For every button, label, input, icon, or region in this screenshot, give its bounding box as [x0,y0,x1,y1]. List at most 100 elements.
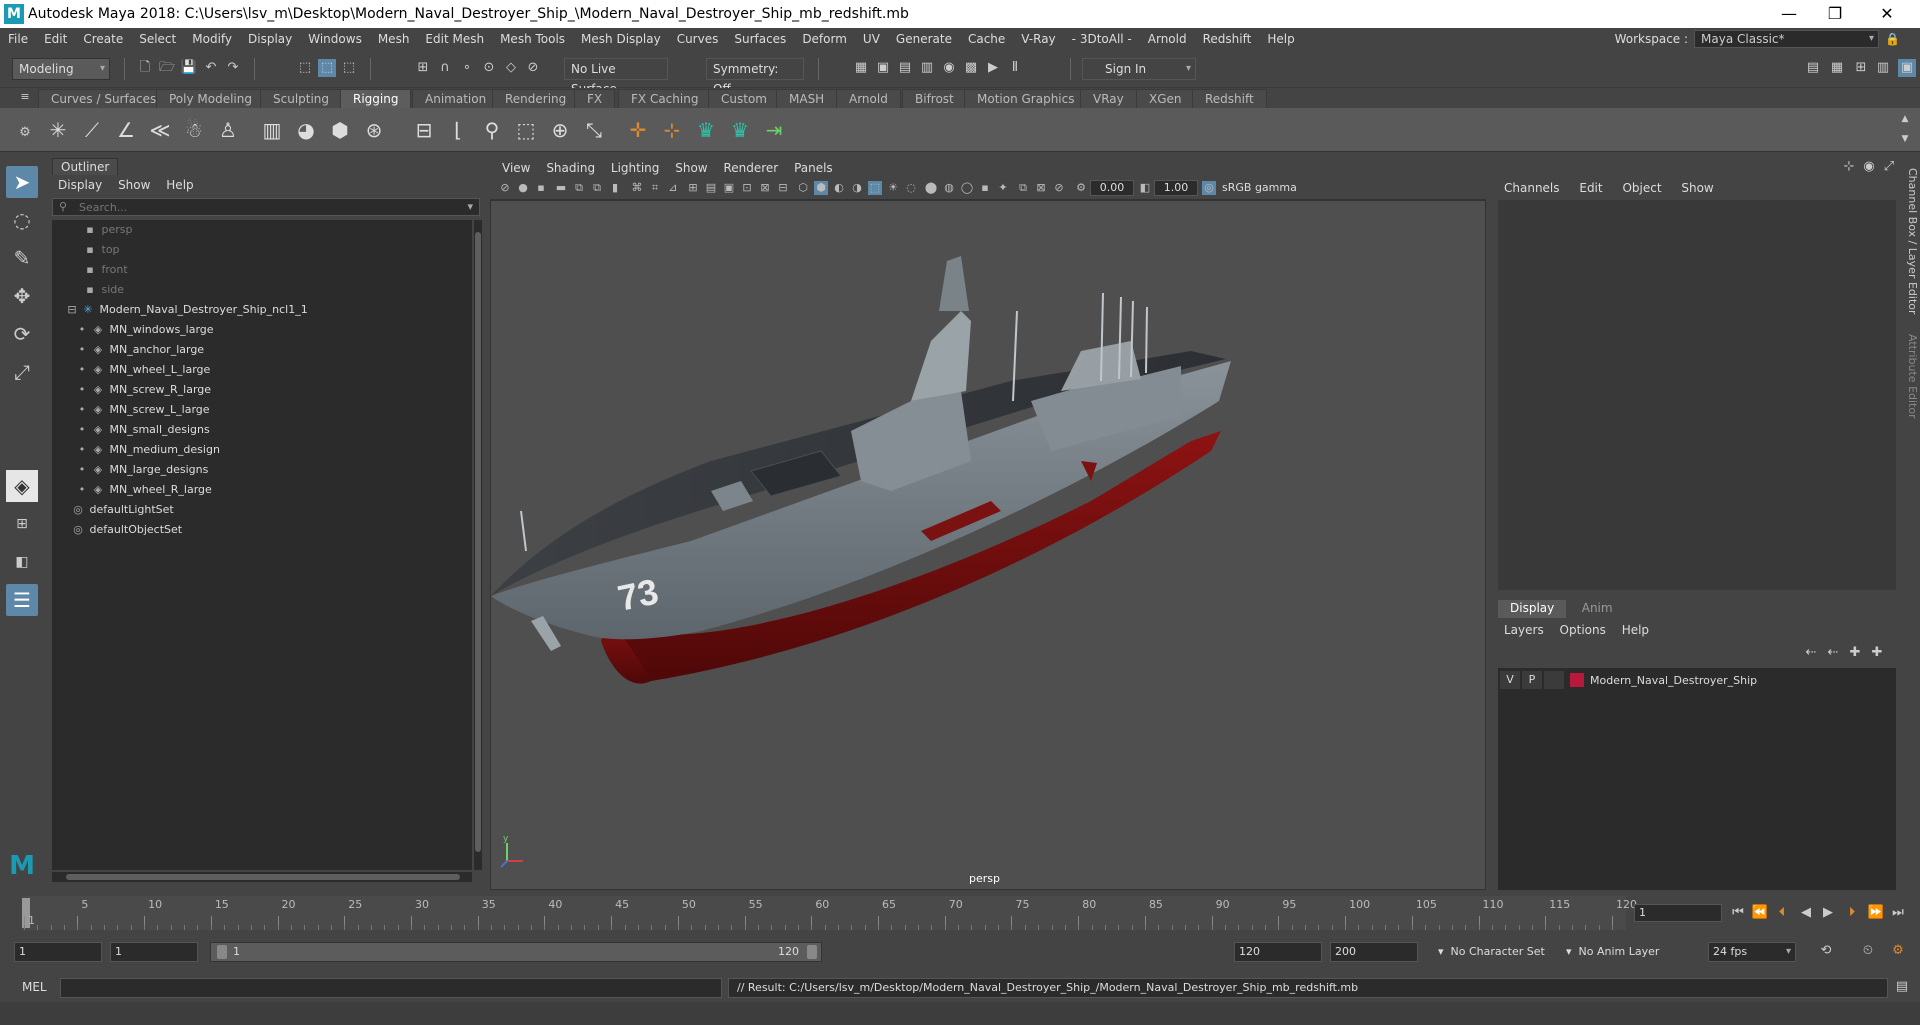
snap-surface-icon[interactable]: ◇ [502,59,520,77]
expand-icon[interactable]: • [74,360,90,380]
sculpt-deformer-icon[interactable]: ⚲ [478,116,506,144]
outliner-vertical-scrollbar[interactable] [474,220,482,870]
attribute-editor-side-tab[interactable]: Attribute Editor [1906,334,1919,419]
menu-mesh[interactable]: Mesh [370,28,418,50]
use-all-lights-icon[interactable]: ⬚ [868,181,882,195]
shelf-tab-mash[interactable]: MASH [776,89,838,108]
list-item[interactable]: • ◈ MN_wheel_R_large [52,480,472,500]
persp-outliner-layout-icon[interactable]: ◧ [6,546,38,578]
exposure-field[interactable]: 0.00 [1090,180,1134,196]
point-constraint-icon[interactable]: ✛ [624,116,652,144]
bookmark-icon[interactable]: ▪ [534,181,548,195]
step-forward-key-icon[interactable]: ⏩ [1866,904,1886,922]
redo-icon[interactable]: ↷ [224,59,242,77]
character-set-dropdown[interactable]: ▾ No Character Set [1438,942,1548,962]
wireframe-icon[interactable]: ⬡ [796,181,810,195]
playback-end-field[interactable]: 120 [1234,942,1322,962]
menu-display[interactable]: Display [240,28,300,50]
live-surface-field[interactable]: No Live Surface [564,58,668,96]
xray-joints-icon[interactable]: ✦ [996,181,1010,195]
move-tool-icon[interactable]: ✥ [6,280,38,312]
outliner-menu-show[interactable]: Show [118,178,150,192]
new-layer-icon[interactable]: ✚ [1846,644,1864,662]
list-item[interactable]: ◎ defaultLightSet [52,500,472,520]
list-item[interactable]: • ◈ MN_screw_L_large [52,400,472,420]
menu-set-dropdown[interactable]: Modeling [12,58,110,80]
gamma-icon[interactable]: ◧ [1138,181,1152,195]
close-button[interactable]: ✕ [1864,0,1910,28]
menu-modify[interactable]: Modify [184,28,240,50]
shelf-tab-animation[interactable]: Animation [412,89,500,108]
menu-edit[interactable]: Edit [36,28,75,50]
expand-icon[interactable]: • [74,460,90,480]
undo-icon[interactable]: ↶ [202,59,220,77]
shelf-tab-xgen[interactable]: XGen [1136,89,1195,108]
perspective-viewport[interactable]: 73 y persp [490,200,1486,890]
list-item[interactable]: • ◈ MN_small_designs [52,420,472,440]
render-frame-icon[interactable]: ▣ [874,59,892,77]
list-item[interactable]: ▪ front [52,260,472,280]
go-to-start-icon[interactable]: ⏮ [1728,904,1748,922]
play-backwards-icon[interactable]: ◀ [1796,904,1816,922]
safe-action-icon[interactable]: ⊡ [740,181,754,195]
tool-settings-icon[interactable]: ⤢ [1880,158,1898,176]
fps-dropdown[interactable]: 24 fps [1708,942,1796,962]
pole-vector-icon[interactable]: ⇥ [760,116,788,144]
hud-icon[interactable]: ⊘ [1052,181,1066,195]
grease-pencil-icon[interactable]: ⧉ [590,181,604,195]
menu-file[interactable]: File [0,28,36,50]
field-chart-icon[interactable]: ▣ [722,181,736,195]
list-item[interactable]: • ◈ MN_wheel_L_large [52,360,472,380]
layer-menu-options[interactable]: Options [1560,623,1606,637]
layer-playback-toggle[interactable]: P [1522,671,1542,689]
maximize-button[interactable]: ❐ [1812,0,1858,28]
two-d-pan-icon[interactable]: ⧉ [572,181,586,195]
new-layer-selected-icon[interactable]: ✚ [1868,644,1886,662]
render-settings-icon[interactable]: ▥ [918,59,936,77]
auto-key-icon[interactable]: ⏲ [1858,942,1878,960]
outliner-search-input[interactable] [79,200,439,214]
menu-redshift[interactable]: Redshift [1195,28,1260,50]
menu-uv[interactable]: UV [855,28,888,50]
depth-of-field-icon[interactable]: ◯ [960,181,974,195]
expand-icon[interactable]: • [74,480,90,500]
loop-icon[interactable]: ⟲ [1816,942,1836,960]
move-layer-down-icon[interactable]: ⇠ [1824,644,1842,662]
layer-editor-toggle-icon[interactable]: ▣ [1898,59,1916,77]
resolution-gate-icon[interactable]: ⊿ [666,181,680,195]
select-object-icon[interactable]: ⬚ [318,59,336,77]
list-item[interactable]: ▪ side [52,280,472,300]
channel-box-toggle-icon[interactable]: ▥ [1874,59,1892,77]
redshift-ipr-icon[interactable]: ▶ [984,59,1002,77]
outliner-layout-icon[interactable]: ☰ [6,584,38,616]
select-hierarchy-icon[interactable]: ⬚ [296,59,314,77]
animation-end-field[interactable]: 200 [1330,942,1418,962]
list-item[interactable]: ◎ defaultObjectSet [52,520,472,540]
shelf-tab-rendering[interactable]: Rendering [492,89,580,108]
four-view-layout-icon[interactable]: ⊞ [6,508,38,540]
layer-color-swatch[interactable] [1570,673,1584,687]
shelf-tab-fx[interactable]: FX [574,89,616,108]
snap-point-icon[interactable]: ∘ [458,59,476,77]
snap-curve-icon[interactable]: ∩ [436,59,454,77]
layer-display-type-toggle[interactable] [1544,671,1564,689]
shelf-tab-vray[interactable]: VRay [1080,89,1137,108]
paint-select-tool-icon[interactable]: ✎ [6,242,38,274]
chevron-down-icon[interactable]: ▾ [467,200,473,213]
scale-tool-icon[interactable]: ⤢ [6,356,38,388]
menu-3dtoall[interactable]: - 3DtoAll - [1064,28,1140,50]
rotate-tool-icon[interactable]: ⟳ [6,318,38,350]
attribute-editor-toggle-icon[interactable]: ▦ [1828,59,1846,77]
wire-deformer-icon[interactable]: ⊕ [546,116,574,144]
open-scene-icon[interactable]: 🗁 [158,59,176,77]
snap-grid-icon[interactable]: ⊞ [414,59,432,77]
ik-spline-icon[interactable]: ∠ [112,116,140,144]
soft-mod-icon[interactable]: ⬚ [512,116,540,144]
color-space-field[interactable]: sRGB gamma [1222,180,1382,196]
xray-components-icon[interactable]: ⊠ [1034,181,1048,195]
bind-skin-icon[interactable]: ▥ [258,116,286,144]
lock-icon[interactable]: 🔒 [1885,32,1900,46]
ik-handle-icon[interactable]: ⟋ [78,116,106,144]
expand-icon[interactable]: • [74,440,90,460]
bookmark-camera-icon[interactable]: ▮ [608,181,622,195]
